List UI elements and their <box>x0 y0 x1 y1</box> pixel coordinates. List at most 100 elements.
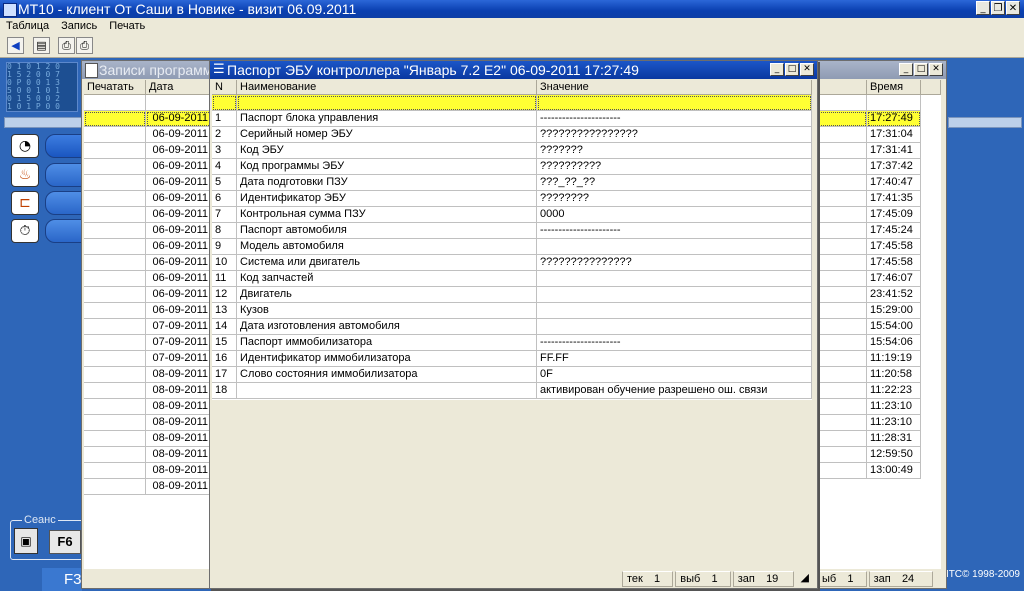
menu-record[interactable]: Запись <box>61 18 97 34</box>
table-cell-time[interactable]: 17:40:47 <box>867 175 921 191</box>
table-cell-blank[interactable] <box>817 303 867 319</box>
resize-grip-icon[interactable]: ◢ <box>796 571 812 587</box>
table-cell-time[interactable]: 11:22:23 <box>867 383 921 399</box>
table-cell-value[interactable] <box>537 239 812 255</box>
table-cell-print[interactable] <box>84 255 146 271</box>
table-cell-print[interactable] <box>84 239 146 255</box>
table-cell-date[interactable]: 07-09-2011 <box>146 335 212 351</box>
table-cell-value[interactable] <box>537 271 812 287</box>
table-cell-n[interactable]: 4 <box>212 159 237 175</box>
table-cell-time[interactable]: 11:23:10 <box>867 415 921 431</box>
table-cell-time[interactable]: 15:54:00 <box>867 319 921 335</box>
table-cell-print[interactable] <box>84 319 146 335</box>
table-cell-date[interactable]: 06-09-2011 <box>146 175 212 191</box>
table-cell-print[interactable] <box>84 367 146 383</box>
f6-button[interactable]: F6 <box>49 530 81 554</box>
table-cell-value[interactable]: ?????????? <box>537 159 812 175</box>
table-cell-print[interactable] <box>84 143 146 159</box>
table-cell-name[interactable]: Дата изготовления автомобиля <box>237 319 537 335</box>
column-header-value[interactable]: Значение <box>537 80 812 95</box>
table-cell-n[interactable]: 14 <box>212 319 237 335</box>
table-cell-name[interactable]: Паспорт автомобиля <box>237 223 537 239</box>
table-cell-time[interactable]: 11:28:31 <box>867 431 921 447</box>
table-cell-blank[interactable] <box>817 239 867 255</box>
table-cell-blank[interactable] <box>817 271 867 287</box>
table-cell-value[interactable] <box>537 95 812 111</box>
table-cell-date[interactable] <box>146 95 212 111</box>
table-cell-n[interactable]: 16 <box>212 351 237 367</box>
table-cell-value[interactable]: ???_??_?? <box>537 175 812 191</box>
table-cell-blank[interactable] <box>817 447 867 463</box>
table-cell-date[interactable]: 06-09-2011 <box>146 287 212 303</box>
table-cell-print[interactable] <box>84 127 146 143</box>
table-cell-blank[interactable] <box>817 111 867 127</box>
table-cell-name[interactable] <box>237 383 537 399</box>
menu-icon[interactable]: ☰ <box>213 61 225 79</box>
table-cell-blank[interactable] <box>817 383 867 399</box>
table-cell-blank[interactable] <box>817 367 867 383</box>
column-header-name[interactable]: Наименование <box>237 80 537 95</box>
minimize-button[interactable]: _ <box>976 1 990 15</box>
table-cell-time[interactable] <box>867 95 921 111</box>
table-cell-n[interactable]: 12 <box>212 287 237 303</box>
table-cell-print[interactable] <box>84 191 146 207</box>
table-cell-date[interactable]: 06-09-2011 <box>146 255 212 271</box>
table-cell-blank[interactable] <box>817 351 867 367</box>
minimize-button[interactable]: _ <box>899 63 913 76</box>
table-cell-time[interactable]: 17:41:35 <box>867 191 921 207</box>
table-cell-print[interactable] <box>84 383 146 399</box>
close-button[interactable]: ✕ <box>929 63 943 76</box>
table-cell-name[interactable]: Код запчастей <box>237 271 537 287</box>
table-cell-date[interactable]: 08-09-2011 <box>146 447 212 463</box>
table-cell-time[interactable]: 17:46:07 <box>867 271 921 287</box>
table-cell-value[interactable] <box>537 303 812 319</box>
table-cell-name[interactable]: Идентификатор ЭБУ <box>237 191 537 207</box>
table-cell-n[interactable]: 6 <box>212 191 237 207</box>
table-cell-time[interactable]: 17:31:41 <box>867 143 921 159</box>
table-cell-blank[interactable] <box>817 95 867 111</box>
table-cell-value[interactable]: FF.FF <box>537 351 812 367</box>
table-cell-n[interactable] <box>212 95 237 111</box>
table-cell-print[interactable] <box>84 95 146 111</box>
computer-icon[interactable]: ▣ <box>14 528 38 554</box>
table-cell-print[interactable] <box>84 207 146 223</box>
table-cell-time[interactable]: 11:23:10 <box>867 399 921 415</box>
table-cell-n[interactable]: 18 <box>212 383 237 399</box>
table-cell-print[interactable] <box>84 271 146 287</box>
table-cell-print[interactable] <box>84 447 146 463</box>
table-cell-value[interactable]: ---------------------- <box>537 223 812 239</box>
table-cell-print[interactable] <box>84 223 146 239</box>
back-arrow-icon[interactable]: ◀ <box>7 37 24 54</box>
table-cell-value[interactable]: ??????? <box>537 143 812 159</box>
table-cell-time[interactable]: 11:19:19 <box>867 351 921 367</box>
table-cell-time[interactable]: 15:54:06 <box>867 335 921 351</box>
table-cell-time[interactable]: 17:45:09 <box>867 207 921 223</box>
table-cell-value[interactable]: ??????????????? <box>537 255 812 271</box>
table-cell-print[interactable] <box>84 431 146 447</box>
table-cell-name[interactable]: Идентификатор иммобилизатора <box>237 351 537 367</box>
table-cell-print[interactable] <box>84 159 146 175</box>
table-cell-date[interactable]: 08-09-2011 <box>146 383 212 399</box>
table-cell-time[interactable]: 17:31:04 <box>867 127 921 143</box>
table-cell-name[interactable]: Модель автомобиля <box>237 239 537 255</box>
table-cell-name[interactable]: Дата подготовки ПЗУ <box>237 175 537 191</box>
table-cell-date[interactable]: 07-09-2011 <box>146 351 212 367</box>
table-cell-n[interactable]: 8 <box>212 223 237 239</box>
table-cell-time[interactable]: 23:41:52 <box>867 287 921 303</box>
table-cell-value[interactable]: 0F <box>537 367 812 383</box>
table-cell-date[interactable]: 08-09-2011 <box>146 463 212 479</box>
table-cell-print[interactable] <box>84 415 146 431</box>
table-cell-name[interactable]: Код ЭБУ <box>237 143 537 159</box>
table-cell-time[interactable]: 15:29:00 <box>867 303 921 319</box>
table-cell-time[interactable]: 17:27:49 <box>867 111 921 127</box>
printer-icon[interactable]: ⎙ <box>58 37 75 54</box>
table-cell-blank[interactable] <box>817 335 867 351</box>
table-cell-date[interactable]: 06-09-2011 <box>146 303 212 319</box>
table-cell-n[interactable]: 10 <box>212 255 237 271</box>
table-cell-n[interactable]: 17 <box>212 367 237 383</box>
table-cell-n[interactable]: 7 <box>212 207 237 223</box>
table-cell-blank[interactable] <box>817 319 867 335</box>
table-cell-blank[interactable] <box>817 175 867 191</box>
table-cell-date[interactable]: 06-09-2011 <box>146 223 212 239</box>
close-button[interactable]: ✕ <box>1006 1 1020 15</box>
